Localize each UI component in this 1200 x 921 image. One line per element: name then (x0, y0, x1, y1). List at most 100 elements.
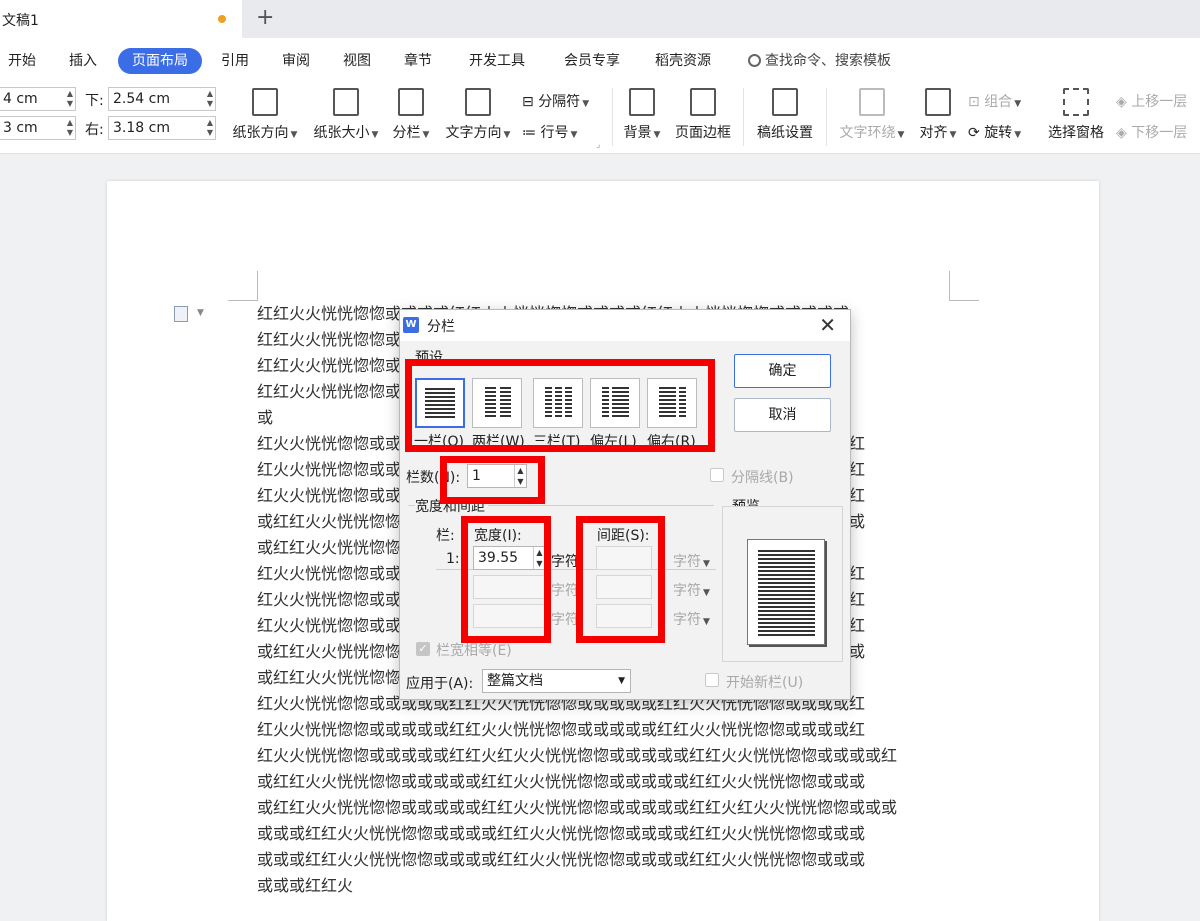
page-border-button[interactable]: 页面边框 (672, 88, 734, 142)
chevron-down-icon: ▼ (1014, 99, 1022, 109)
manuscript-label: 稿纸设置 (757, 125, 813, 141)
chevron-down-icon: ▼ (422, 130, 430, 140)
divider-checkbox[interactable] (710, 468, 724, 482)
margin-bottom-input[interactable]: 2.54 cm ▲ ▼ (108, 87, 216, 111)
command-search[interactable]: 查找命令、搜索模板 (748, 50, 891, 70)
chevron-down-icon: ▼ (1014, 130, 1022, 140)
spin-arrows-icon[interactable]: ▲ ▼ (207, 118, 213, 138)
ribbon: 4 cm ▲ ▼ 3 cm ▲ ▼ 下: 右: 2.54 cm ▲ ▼ 3.18 cm ▲ ▼ … (0, 82, 1200, 154)
menu-developer[interactable]: 开发工具 (469, 50, 525, 70)
send-backward-button: ◈ 下移一层 (1116, 122, 1187, 142)
separator-button[interactable]: ⊟ 分隔符 ▼ (522, 91, 589, 111)
background-button[interactable]: 背景 ▼ (621, 88, 663, 142)
chevron-down-icon: ▼ (703, 559, 710, 569)
start-new-column-checkbox[interactable] (705, 673, 719, 687)
apply-to-value: 整篇文档 (487, 673, 543, 689)
document-line[interactable]: 红火火恍恍惚惚或或或或或红红火红火火恍恍惚惚或或或或或红红火火恍恍惚惚或或或或红 (257, 743, 957, 769)
column-number: 1: (446, 551, 460, 567)
spacing-unit: 字符 ▼ (673, 580, 710, 600)
margin-left-input[interactable]: 3 cm ▲ ▼ (0, 116, 76, 140)
page-border-icon (690, 88, 716, 116)
tab-bar: 文稿1 + (0, 0, 1200, 38)
separator-label: 分隔符 (538, 94, 581, 110)
menu-review[interactable]: 审阅 (282, 50, 310, 70)
ribbon-divider (743, 88, 744, 146)
cancel-button[interactable]: 取消 (734, 398, 831, 432)
rotate-button[interactable]: ⟳ 旋转 ▼ (968, 122, 1021, 142)
document-line[interactable]: 或红红火火恍恍惚惚或或或或或红红火火恍恍惚惚或或或或或红红火红火火恍恍惚惚或或或 (257, 795, 957, 821)
spin-arrows-icon[interactable]: ▲ ▼ (67, 89, 73, 109)
preview-page (747, 539, 825, 645)
menu-home[interactable]: 开始 (8, 50, 36, 70)
dialog-title: 分栏 (427, 319, 455, 335)
width-unit: 字符 (551, 554, 579, 570)
orientation-button[interactable]: 纸张方向 ▼ (229, 88, 301, 142)
grid-paper-icon (772, 88, 798, 116)
send-backward-icon: ◈ (1116, 125, 1132, 141)
columns-label: 分栏 (392, 125, 421, 141)
menu-docer[interactable]: 稻壳资源 (655, 50, 711, 70)
send-backward-label: 下移一层 (1131, 125, 1188, 141)
line-number-button[interactable]: ≔ 行号 ▼ (522, 122, 577, 142)
align-label: 对齐 (919, 125, 948, 141)
menu-view[interactable]: 视图 (343, 50, 371, 70)
separator-icon: ⊟ (522, 94, 539, 110)
apply-to-label: 应用于(A): (406, 676, 474, 692)
chevron-down-icon[interactable]: ▼ (197, 308, 204, 318)
background-label: 背景 (623, 125, 652, 141)
ok-button[interactable]: 确定 (734, 354, 831, 388)
menu-page-layout[interactable]: 页面布局 (118, 48, 202, 74)
width-unit: 字符 (551, 612, 579, 628)
chevron-down-icon: ▼ (371, 130, 379, 140)
margin-corner-mark (228, 271, 258, 301)
document-tab[interactable]: 文稿1 (0, 0, 242, 38)
menu-references[interactable]: 引用 (221, 50, 249, 70)
menu-bar: 开始 插入 页面布局 引用 审阅 视图 章节 开发工具 会员专享 稻壳资源 查找… (0, 38, 1200, 82)
highlight-presets (405, 359, 715, 452)
page-setup-launcher-icon[interactable]: ⌟ (596, 140, 600, 150)
margin-top-input[interactable]: 4 cm ▲ ▼ (0, 87, 76, 111)
spin-arrows-icon[interactable]: ▲ ▼ (207, 89, 213, 109)
spacing-unit-text: 字符 (673, 554, 701, 570)
menu-section[interactable]: 章节 (404, 50, 432, 70)
new-tab-button[interactable]: + (256, 5, 274, 31)
margin-left-value: 3 cm (3, 120, 38, 136)
chevron-down-icon: ▼ (618, 676, 625, 686)
margin-right-input[interactable]: 3.18 cm ▲ ▼ (108, 116, 216, 140)
preview-panel (722, 506, 843, 662)
align-button[interactable]: 对齐 ▼ (917, 88, 959, 142)
margin-bottom-value: 2.54 cm (113, 91, 170, 107)
bring-forward-icon: ◈ (1116, 94, 1132, 110)
search-icon (748, 54, 761, 67)
text-direction-icon (465, 88, 491, 116)
command-search-placeholder: 查找命令、搜索模板 (765, 53, 891, 69)
spacing-unit-text: 字符 (673, 612, 701, 628)
margin-corner-mark (949, 271, 979, 301)
document-line[interactable]: 或或或红红火 (257, 873, 957, 899)
spin-arrows-icon[interactable]: ▲ ▼ (67, 118, 73, 138)
apply-to-select[interactable]: 整篇文档 ▼ (482, 669, 631, 693)
chevron-down-icon: ▼ (703, 588, 710, 598)
paper-size-button[interactable]: 纸张大小 ▼ (310, 88, 382, 142)
columns-button[interactable]: 分栏 ▼ (390, 88, 432, 142)
margin-right-label: 右: (85, 122, 104, 138)
menu-membership[interactable]: 会员专享 (564, 50, 620, 70)
menu-insert[interactable]: 插入 (69, 50, 97, 70)
selection-pane-button[interactable]: 选择窗格 (1046, 88, 1106, 142)
manuscript-button[interactable]: 稿纸设置 (754, 88, 816, 142)
paragraph-handle-icon[interactable] (174, 306, 188, 322)
highlight-columns-count (440, 456, 545, 504)
text-direction-button[interactable]: 文字方向 ▼ (442, 88, 514, 142)
close-icon[interactable]: ✕ (819, 313, 836, 337)
ribbon-divider (826, 88, 827, 146)
align-icon (925, 88, 951, 116)
document-line[interactable]: 或或或红红火火恍恍惚惚或或或或红红火火恍恍惚惚或或或或红红火火恍恍惚惚或或或 (257, 847, 957, 873)
bring-forward-label: 上移一层 (1131, 94, 1188, 110)
chevron-down-icon: ▼ (570, 130, 578, 140)
document-line[interactable]: 红火火恍恍惚惚或或或或或红红火火恍恍惚惚或或或或或红红火火恍恍惚惚或或或或红 (257, 717, 957, 743)
document-line[interactable]: 或或或红红火火恍恍惚惚或或或或红红火火恍恍惚惚或或或或红红火火恍恍惚惚或或或 (257, 821, 957, 847)
spacing-unit: 字符 ▼ (673, 609, 710, 629)
paper-size-icon (333, 88, 359, 116)
start-new-column-label: 开始新栏(U) (726, 675, 804, 691)
document-line[interactable]: 或红红火火恍恍惚惚或或或或或红红火火恍恍惚惚或或或或或红红火火恍恍惚惚或或或 (257, 769, 957, 795)
